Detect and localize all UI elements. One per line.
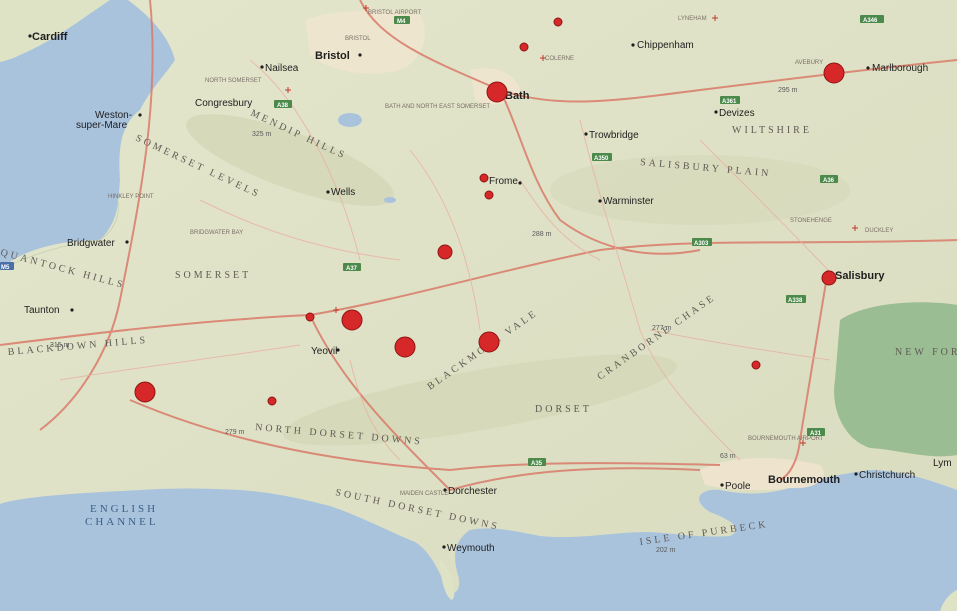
region-label: SOMERSET <box>175 270 251 281</box>
elevation-label: 315 m <box>50 342 70 349</box>
map-marker[interactable] <box>267 396 277 406</box>
town-label-congresbury[interactable]: Congresbury <box>195 98 252 109</box>
town-label-nailsea[interactable]: Nailsea <box>265 63 299 74</box>
region-label: DORSET <box>535 404 592 415</box>
town-dot <box>138 113 142 117</box>
new-forest <box>834 302 957 457</box>
map-marker[interactable] <box>484 190 494 200</box>
elevation-label: 288 m <box>532 231 552 238</box>
small-label: BRISTOL <box>345 36 371 42</box>
town-label-cardiff[interactable]: Cardiff <box>32 31 68 43</box>
town-dot <box>443 488 447 492</box>
map-marker[interactable] <box>394 336 416 358</box>
elevation-label: 325 m <box>252 131 272 138</box>
elevation-label: 279 m <box>225 429 245 436</box>
small-label: HINKLEY POINT <box>108 194 154 200</box>
map-canvas[interactable]: MENDIP HILLS SOMERSET LEVELS SALISBURY P… <box>0 0 957 611</box>
map-marker[interactable] <box>479 173 489 183</box>
map-marker[interactable] <box>751 360 761 370</box>
road-label: A31 <box>810 431 822 437</box>
town-dot <box>358 53 362 57</box>
town-dot <box>70 308 74 312</box>
town-dot <box>720 483 724 487</box>
small-label: BRISTOL AIRPORT <box>368 10 422 16</box>
town-dot <box>125 240 129 244</box>
town-label-warminster[interactable]: Warminster <box>603 196 654 207</box>
town-dot <box>631 43 635 47</box>
map-marker[interactable] <box>305 312 315 322</box>
elevation-label: 202 m <box>656 547 676 554</box>
road-label: A346 <box>863 18 878 24</box>
town-label-lymington[interactable]: Lym <box>933 458 952 469</box>
town-dot <box>584 132 588 136</box>
road-label: M4 <box>397 19 406 25</box>
road-label: M5 <box>1 265 10 271</box>
town-label-chippenham[interactable]: Chippenham <box>637 40 694 51</box>
elevation-label: 277 m <box>652 325 672 332</box>
town-dot <box>518 181 522 185</box>
lake <box>338 113 362 127</box>
map-marker[interactable] <box>519 42 529 52</box>
town-label-wells[interactable]: Wells <box>331 187 355 198</box>
town-label-taunton[interactable]: Taunton <box>24 305 60 316</box>
town-label-yeovil[interactable]: Yeovil <box>311 346 337 357</box>
town-label-christchurch[interactable]: Christchurch <box>859 470 915 481</box>
town-label-bridgwater[interactable]: Bridgwater <box>67 238 115 249</box>
road-label: A338 <box>788 298 803 304</box>
map-marker[interactable] <box>486 81 508 103</box>
town-label-weymouth[interactable]: Weymouth <box>447 543 495 554</box>
map-marker[interactable] <box>341 309 363 331</box>
town-label-devizes[interactable]: Devizes <box>719 108 755 119</box>
sea-label: CHANNEL <box>85 516 159 528</box>
town-label-bath[interactable]: Bath <box>505 90 530 102</box>
town-label-dorchester[interactable]: Dorchester <box>448 486 498 497</box>
sea-label: ENGLISH <box>90 503 158 515</box>
town-dot <box>442 545 446 549</box>
elevation-label: 63 m <box>720 453 736 460</box>
map-marker[interactable] <box>823 62 845 84</box>
lake <box>384 197 396 203</box>
town-label-marlborough[interactable]: Marlborough <box>872 63 928 74</box>
town-dot <box>866 66 870 70</box>
town-dot <box>326 190 330 194</box>
small-label: DUCKLEY <box>865 228 893 234</box>
road-label: A350 <box>594 156 609 162</box>
elevation-label: 295 m <box>778 87 798 94</box>
road-label: A36 <box>823 178 835 184</box>
region-label: NORTH SOMERSET <box>205 78 262 84</box>
town-dot <box>854 472 858 476</box>
region-label: NEW FOREST <box>895 347 957 358</box>
road-label: A37 <box>346 266 358 272</box>
map-marker[interactable] <box>553 17 563 27</box>
town-label-bristol[interactable]: Bristol <box>315 50 350 62</box>
map-marker[interactable] <box>437 244 453 260</box>
small-label: STONEHENGE <box>790 218 832 224</box>
small-label: COLERNE <box>545 56 574 62</box>
road-label: A38 <box>277 103 289 109</box>
town-label-frome[interactable]: Frome <box>489 176 518 187</box>
town-dot <box>260 65 264 69</box>
town-label-poole[interactable]: Poole <box>725 481 751 492</box>
map-marker[interactable] <box>134 381 156 403</box>
road-label: A303 <box>694 241 709 247</box>
town-label-salisbury[interactable]: Salisbury <box>835 270 885 282</box>
town-label-trowbridge[interactable]: Trowbridge <box>589 130 639 141</box>
town-dot <box>598 199 602 203</box>
small-label: BRIDGWATER BAY <box>190 230 243 236</box>
map-marker[interactable] <box>821 270 837 286</box>
road-label: A35 <box>531 461 543 467</box>
town-label-bournemouth[interactable]: Bournemouth <box>768 474 840 486</box>
region-label: WILTSHIRE <box>732 125 812 136</box>
town-label-weston[interactable]: super-Mare <box>76 120 128 131</box>
town-dot <box>714 110 718 114</box>
map-marker[interactable] <box>478 331 500 353</box>
region-label: BATH AND NORTH EAST SOMERSET <box>385 104 490 110</box>
small-label: LYNEHAM <box>678 16 707 22</box>
small-label: MAIDEN CASTLE <box>400 491 448 497</box>
small-label: AVEBURY <box>795 60 823 66</box>
road-label: A361 <box>722 99 737 105</box>
